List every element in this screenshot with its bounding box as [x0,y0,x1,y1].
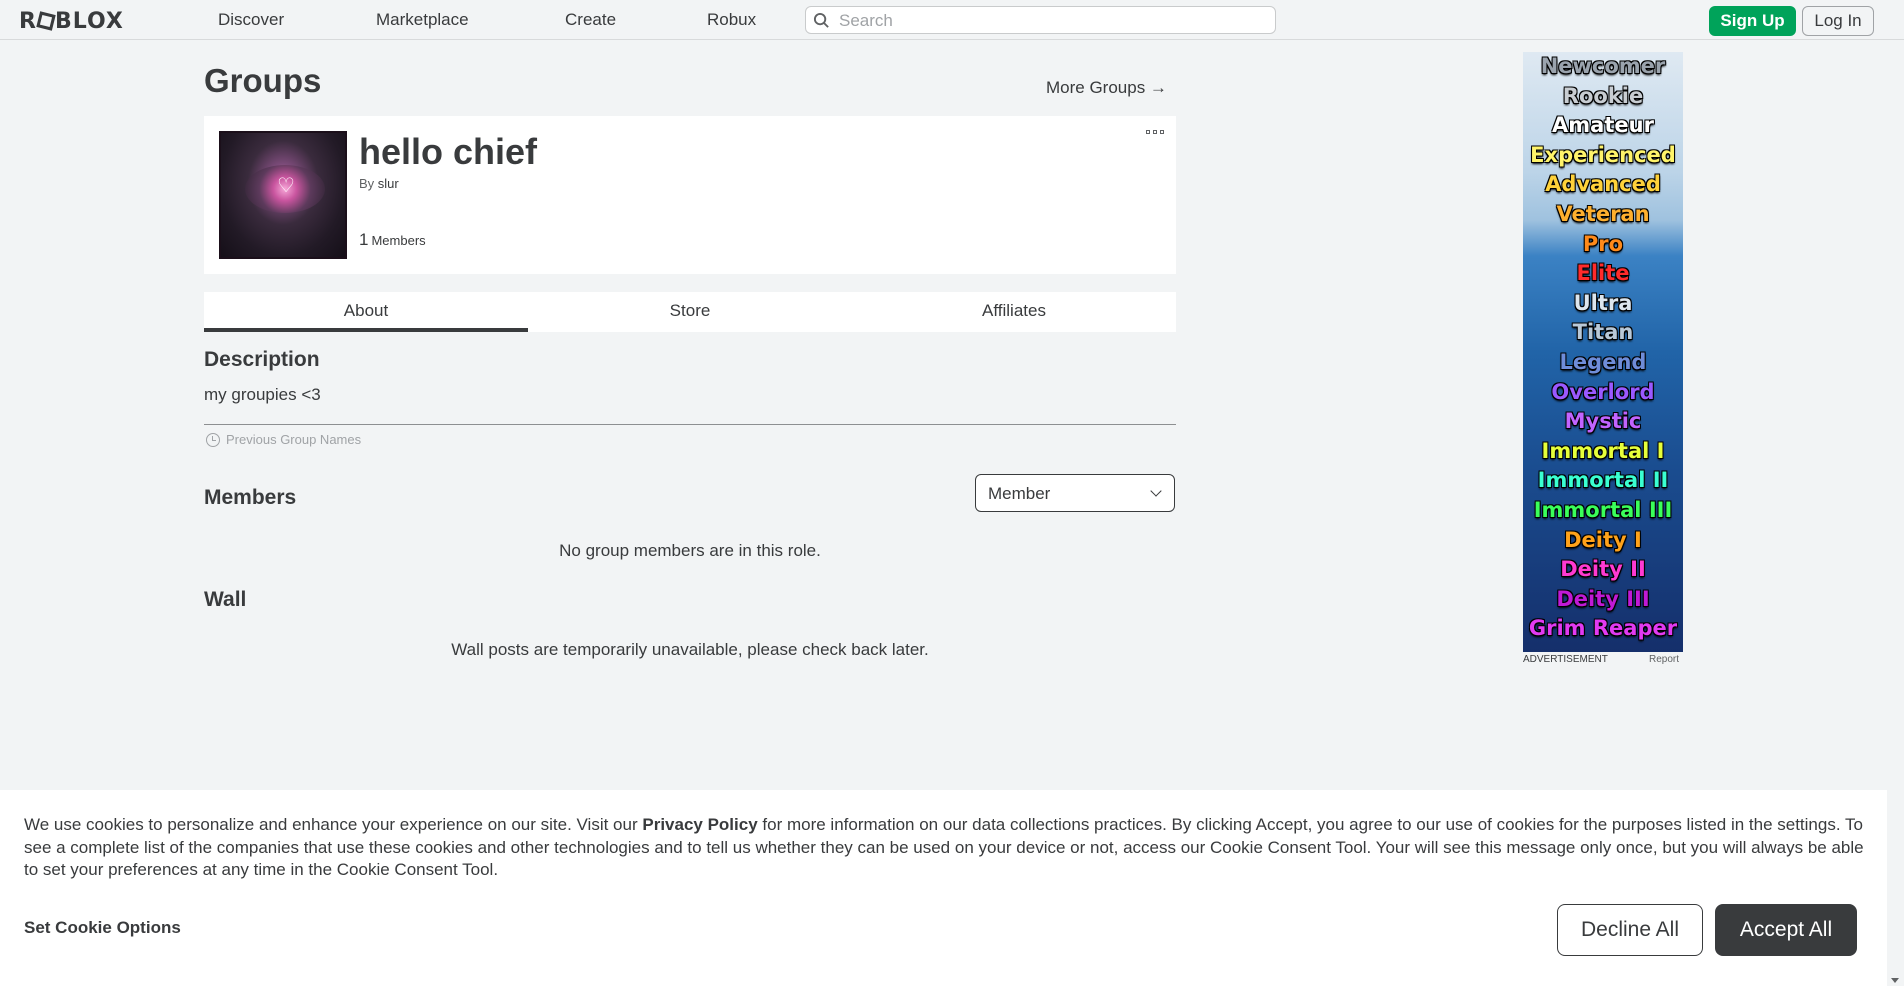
ad-tier-label: Advanced [1545,172,1661,197]
previous-group-names-label: Previous Group Names [226,432,362,447]
ad-tier-label: Immortal II [1537,468,1669,493]
roblox-logo[interactable]: R BLOX [19,9,124,34]
ad-tier-label: Ultra [1573,290,1633,315]
ad-tier-label: Elite [1576,261,1630,286]
ad-tier-label: Titan [1572,320,1634,345]
group-emblem: ♡ [219,131,347,259]
decline-all-button[interactable]: Decline All [1557,904,1703,956]
ad-tier-label: Grim Reaper [1528,616,1678,641]
tab-store[interactable]: Store [528,292,852,332]
group-member-count: 1 Members [359,230,426,250]
more-options-icon[interactable] [1146,130,1164,136]
set-cookie-options-link[interactable]: Set Cookie Options [24,918,181,938]
cookie-text-before: We use cookies to personalize and enhanc… [24,815,643,834]
cookie-banner: We use cookies to personalize and enhanc… [0,790,1887,986]
ad-tier-label: Immortal III [1533,497,1673,522]
tab-about[interactable]: About [204,292,528,332]
group-owner-line: By slur [359,176,399,191]
ad-tier-label: Mystic [1564,409,1642,434]
role-dropdown-value: Member [988,484,1051,503]
member-count-label: Members [371,233,426,248]
search-placeholder: Search [839,11,893,30]
search-input[interactable]: Search [805,6,1276,34]
ad-tier-label: Pro [1582,231,1624,256]
ad-tier-label: Deity III [1556,586,1650,611]
member-count-value: 1 [359,230,369,249]
ad-tier-label: Deity II [1560,557,1646,582]
nav-create[interactable]: Create [565,10,616,30]
accept-all-button[interactable]: Accept All [1715,904,1857,956]
group-header-card: ♡ hello chief By slur 1 Members [204,116,1176,274]
wall-empty-message: Wall posts are temporarily unavailable, … [451,640,929,659]
ad-tier-label: Veteran [1556,201,1650,226]
nav-discover[interactable]: Discover [218,10,284,30]
ad-tier-label: Legend [1559,349,1647,374]
ad-tier-label: Deity I [1564,527,1642,552]
group-tabs: About Store Affiliates [204,292,1176,332]
more-groups-link[interactable]: More Groups → [1046,78,1167,98]
wall-heading: Wall [204,588,247,611]
divider [204,424,1176,425]
ad-tier-label: Overlord [1551,379,1655,404]
privacy-policy-link[interactable]: Privacy Policy [642,815,757,834]
ad-tier-label: Immortal I [1541,438,1665,463]
ad-tier-label: Experienced [1530,142,1676,167]
previous-group-names-link[interactable]: Previous Group Names [206,432,361,447]
cookie-message: We use cookies to personalize and enhanc… [24,814,1874,882]
members-heading: Members [204,486,297,509]
heart-icon: ♡ [277,175,295,197]
role-dropdown[interactable]: Member [975,474,1175,512]
search-icon [813,12,829,28]
ad-tier-label: Amateur [1552,113,1654,138]
by-label: By [359,176,375,191]
members-empty-message: No group members are in this role. [559,541,821,560]
group-owner-link[interactable]: slur [378,176,399,191]
advertisement-banner[interactable]: Newcomer Rookie Amateur Experienced Advanced… [1523,52,1683,652]
top-navigation: R BLOX Discover Marketplace Create Robux … [0,0,1904,40]
log-in-button[interactable]: Log In [1802,6,1874,36]
description-heading: Description [204,348,320,371]
page-title: Groups [204,62,322,99]
description-text: my groupies <3 [204,385,321,404]
group-name: hello chief [359,131,538,172]
tab-affiliates[interactable]: Affiliates [852,292,1176,332]
nav-marketplace[interactable]: Marketplace [376,10,469,30]
scroll-down-arrow-icon[interactable] [1891,978,1899,983]
ad-tier-label: Rookie [1562,83,1644,108]
nav-robux[interactable]: Robux [707,10,756,30]
ad-tier-label: Newcomer [1540,54,1666,78]
report-ad-link[interactable]: Report [1649,654,1679,665]
advertisement-label: ADVERTISEMENT [1523,654,1608,665]
sign-up-button[interactable]: Sign Up [1709,6,1796,36]
history-icon [206,433,220,447]
chevron-down-icon [1150,485,1162,497]
